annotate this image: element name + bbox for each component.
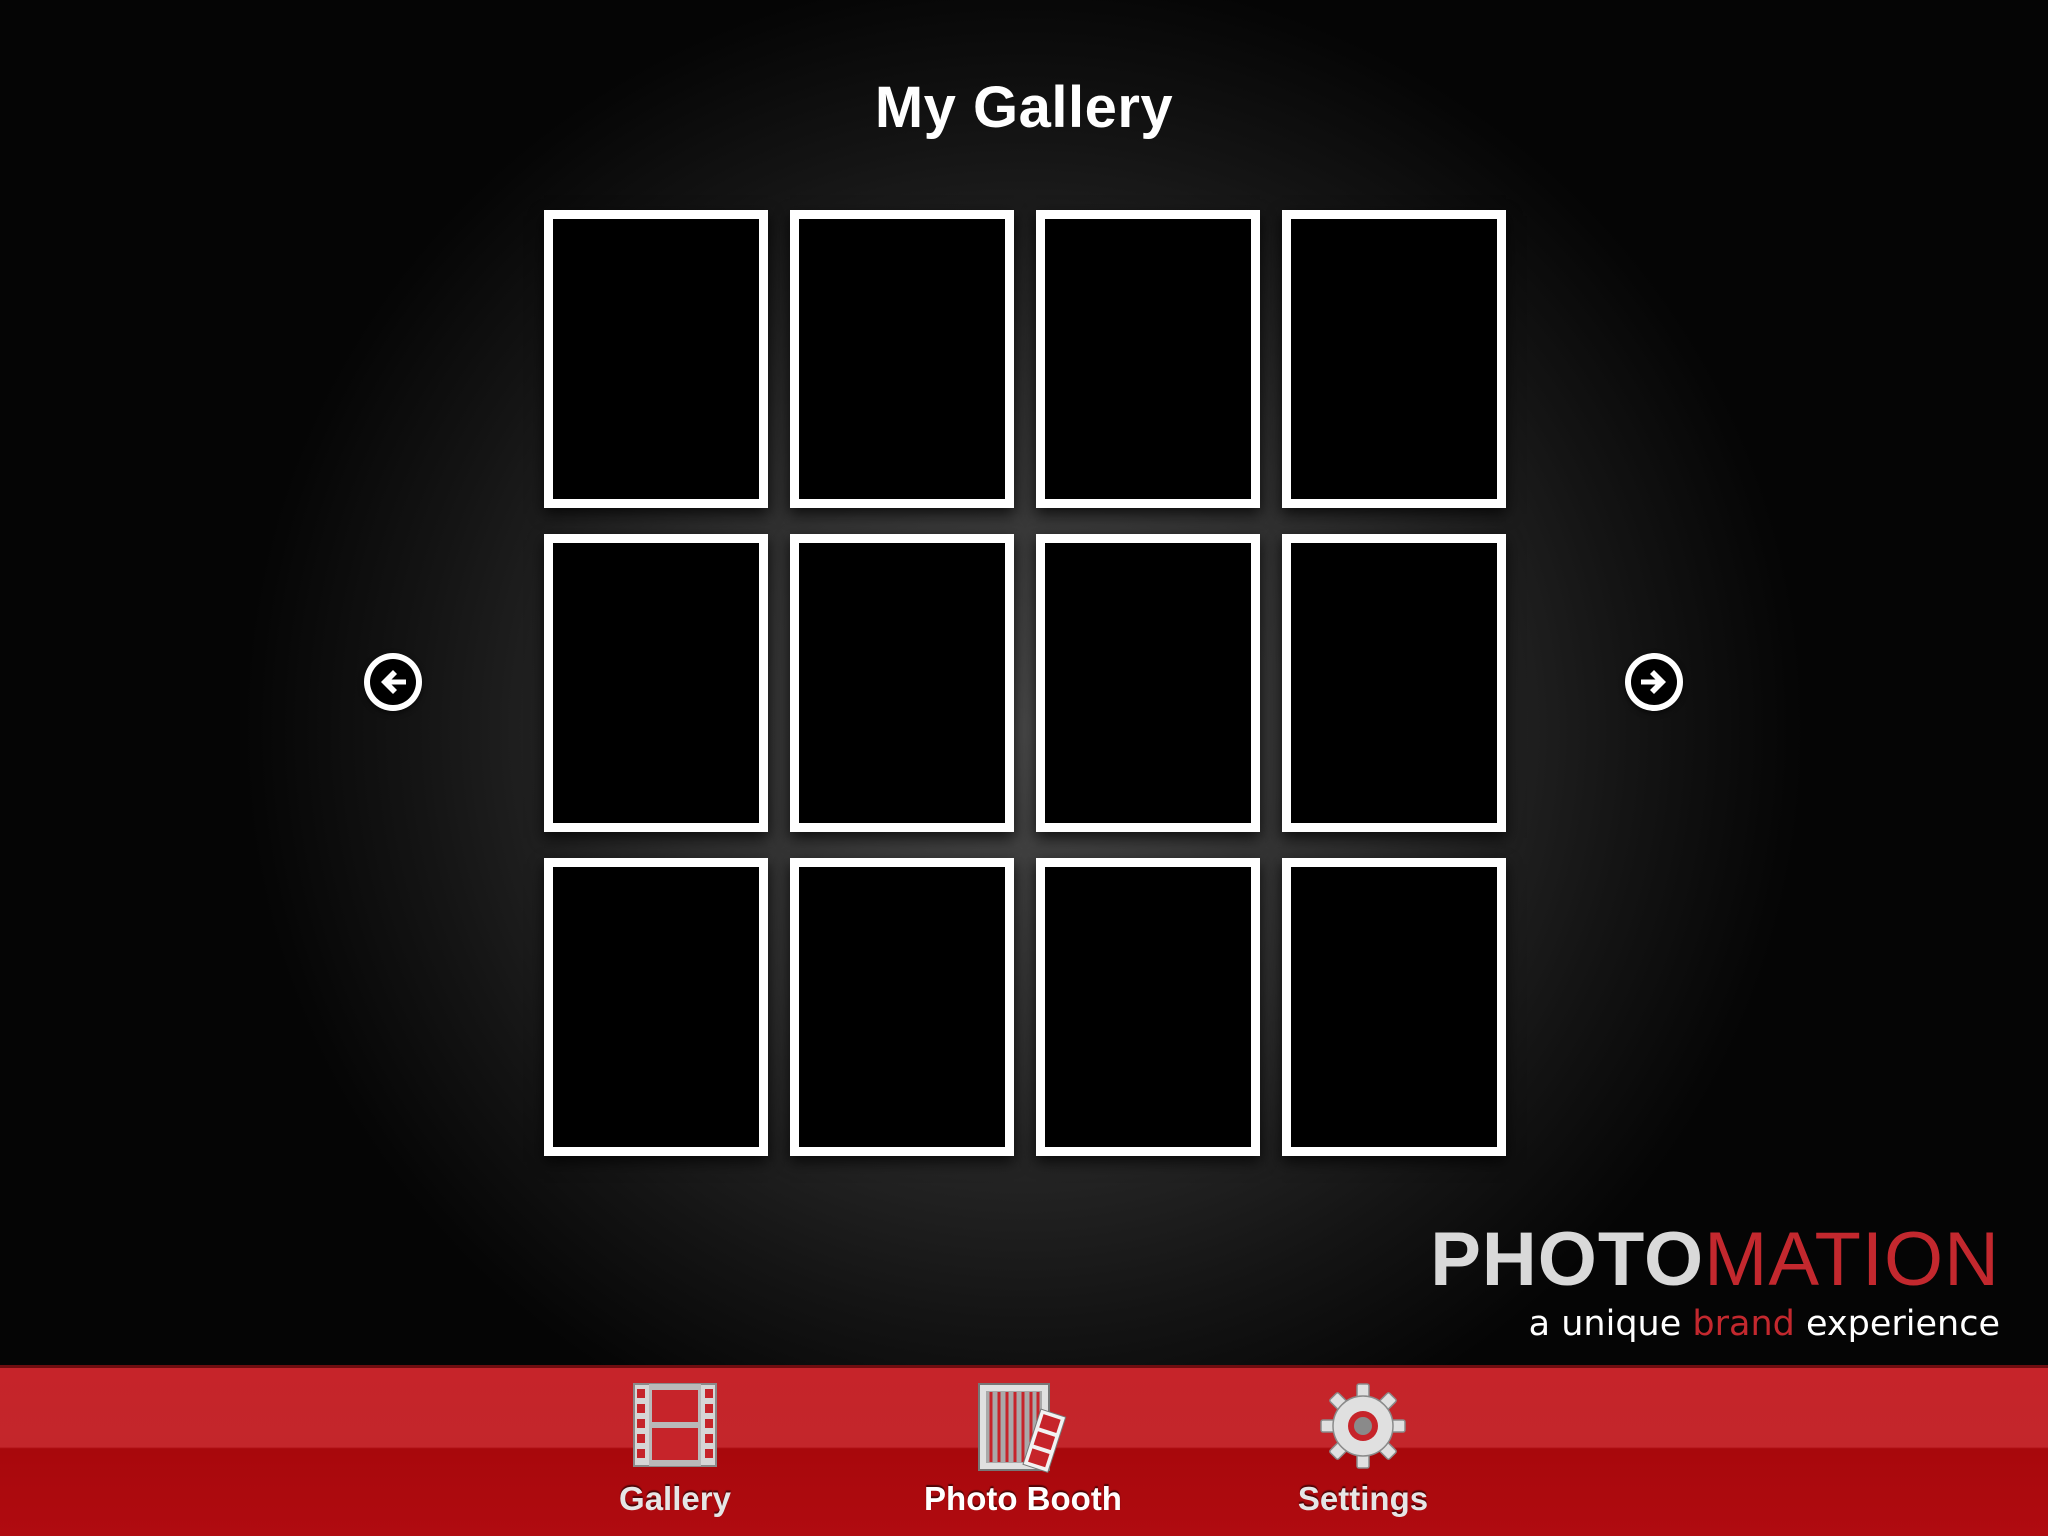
next-page-button[interactable] [1625, 653, 1683, 711]
gallery-thumbnail[interactable] [544, 210, 768, 508]
tagline-accent: brand [1692, 1304, 1795, 1344]
gallery-thumbnail[interactable] [1036, 210, 1260, 508]
gallery-thumbnail[interactable] [790, 210, 1014, 508]
thumbnail-grid [544, 210, 1506, 1156]
gallery-thumbnail[interactable] [544, 858, 768, 1156]
tab-bar: Gallery Photo Booth Settings [0, 1365, 2048, 1536]
tab-photo-booth-label: Photo Booth [924, 1480, 1122, 1517]
photo-booth-icon [977, 1382, 1069, 1479]
gallery-thumbnail[interactable] [790, 858, 1014, 1156]
tab-settings-label: Settings [1297, 1480, 1429, 1517]
arrow-right-icon [1631, 659, 1677, 705]
brand-name-photo: PHOTO [1430, 1217, 1705, 1302]
gallery-thumbnail[interactable] [544, 534, 768, 832]
gallery-thumbnail[interactable] [1282, 858, 1506, 1156]
brand-name: PHOTOMATION [1430, 1222, 2000, 1298]
brand-logo: PHOTOMATION a unique brand experience [1430, 1222, 2000, 1345]
tab-photo-booth[interactable]: Photo Booth [893, 1368, 1153, 1536]
brand-tagline: a unique brand experience [1430, 1304, 2000, 1344]
gallery-screen: My Gallery PHOTOMATION a unique brand ex… [0, 0, 2048, 1536]
arrow-left-icon [370, 659, 416, 705]
brand-name-mation: MATION [1704, 1217, 2000, 1302]
tab-settings[interactable]: Settings [1233, 1368, 1493, 1536]
tagline-start: a unique [1528, 1304, 1693, 1344]
previous-page-button[interactable] [364, 653, 422, 711]
film-strip-icon [632, 1382, 718, 1473]
gallery-thumbnail[interactable] [1282, 210, 1506, 508]
page-title: My Gallery [874, 75, 1174, 140]
tab-gallery[interactable]: Gallery [545, 1368, 805, 1536]
gear-icon [1319, 1382, 1407, 1475]
tab-gallery-label: Gallery [619, 1480, 731, 1517]
tagline-end: experience [1794, 1304, 2000, 1344]
gallery-thumbnail[interactable] [1282, 534, 1506, 832]
gallery-thumbnail[interactable] [1036, 534, 1260, 832]
gallery-thumbnail[interactable] [1036, 858, 1260, 1156]
gallery-thumbnail[interactable] [790, 534, 1014, 832]
